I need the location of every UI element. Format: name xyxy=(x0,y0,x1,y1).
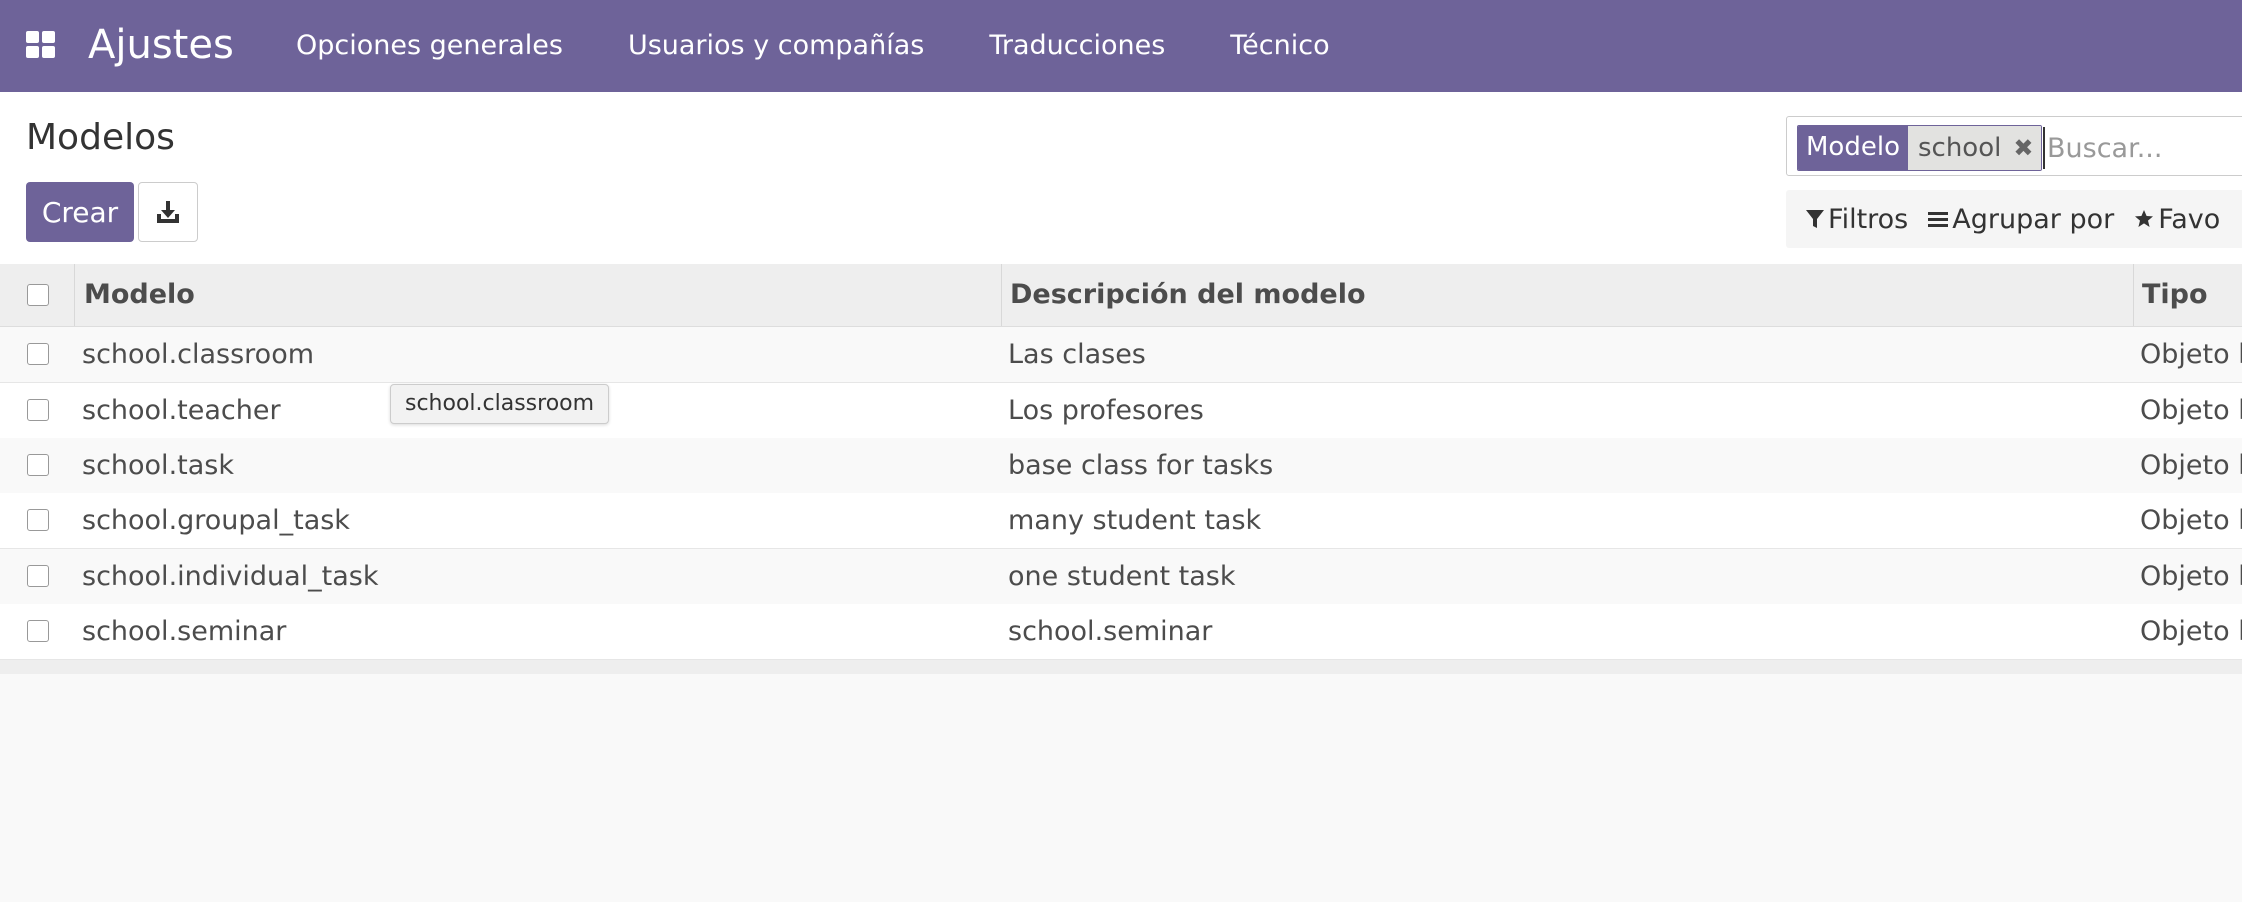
star-icon xyxy=(2135,210,2154,227)
cell-description: base class for tasks xyxy=(1008,450,1274,481)
cell-description: Las clases xyxy=(1008,339,1146,370)
cell-model: school.teacher xyxy=(82,395,281,426)
search-input[interactable] xyxy=(2043,127,2242,169)
row-checkbox[interactable] xyxy=(27,454,49,476)
row-checkbox[interactable] xyxy=(27,509,49,531)
table-row[interactable]: school.seminar school.seminar Objeto b xyxy=(0,604,2242,660)
favorites-button[interactable]: Favo xyxy=(2134,204,2220,235)
list-icon xyxy=(1928,212,1949,227)
select-all-checkbox[interactable] xyxy=(27,284,49,306)
group-by-button[interactable]: Agrupar por xyxy=(1928,204,2114,235)
menu-item-technical[interactable]: Técnico xyxy=(1230,28,1329,64)
page-title: Modelos xyxy=(26,117,175,158)
cell-type: Objeto b xyxy=(2140,450,2242,481)
filters-button[interactable]: Filtros xyxy=(1806,204,1908,235)
table-row[interactable]: school.classroom Las clases Objeto b xyxy=(0,327,2242,383)
download-icon xyxy=(157,201,179,223)
cell-type: Objeto b xyxy=(2140,395,2242,426)
menu-item-users-companies[interactable]: Usuarios y compañías xyxy=(628,28,924,64)
row-checkbox[interactable] xyxy=(27,343,49,365)
download-button[interactable] xyxy=(138,182,198,242)
search-bar: Modelo school ✖ xyxy=(1786,116,2242,176)
column-header-model[interactable]: Modelo xyxy=(84,264,195,326)
cell-type: Objeto b xyxy=(2140,505,2242,536)
close-icon[interactable]: ✖ xyxy=(2013,127,2033,169)
column-divider xyxy=(1001,264,1002,326)
app-title[interactable]: Ajustes xyxy=(88,20,234,70)
control-panel: Modelos Crear Modelo school ✖ Filtros xyxy=(0,92,2242,265)
column-header-description[interactable]: Descripción del modelo xyxy=(1010,264,1366,326)
column-divider xyxy=(2133,264,2134,326)
cell-description: Los profesores xyxy=(1008,395,1204,426)
group-by-label: Agrupar por xyxy=(1952,203,2115,235)
top-navbar: Ajustes Opciones generales Usuarios y co… xyxy=(0,0,2242,92)
facet-label: Modelo xyxy=(1798,126,1908,170)
row-checkbox[interactable] xyxy=(27,565,49,587)
main-menu: Opciones generales Usuarios y compañías … xyxy=(296,28,1395,64)
table-row[interactable]: school.teacher Los profesores Objeto b xyxy=(0,383,2242,439)
cell-tooltip: school.classroom xyxy=(390,384,610,424)
cell-model: school.classroom xyxy=(82,339,315,370)
search-facet: Modelo school ✖ xyxy=(1797,125,2043,171)
column-divider xyxy=(74,264,75,326)
cell-type: Objeto b xyxy=(2140,561,2242,592)
cell-type: Objeto b xyxy=(2140,339,2242,370)
column-header-type[interactable]: Tipo xyxy=(2142,264,2208,326)
table-footer xyxy=(0,660,2242,674)
cell-description: school.seminar xyxy=(1008,616,1213,647)
facet-value: school xyxy=(1917,133,2002,163)
cell-type: Objeto b xyxy=(2140,616,2242,647)
table-header: Modelo Descripción del modelo Tipo xyxy=(0,264,2242,327)
table-row[interactable]: school.groupal_task many student task Ob… xyxy=(0,493,2242,549)
cell-description: one student task xyxy=(1008,561,1236,592)
cell-description: many student task xyxy=(1008,505,1262,536)
filter-icon xyxy=(1806,210,1824,228)
menu-item-translations[interactable]: Traducciones xyxy=(989,28,1165,64)
cell-model: school.individual_task xyxy=(82,561,379,592)
facet-value-container: school ✖ xyxy=(1907,126,2042,170)
apps-grid-icon[interactable] xyxy=(26,31,58,61)
row-checkbox[interactable] xyxy=(27,399,49,421)
cell-model: school.task xyxy=(82,450,234,481)
cell-model: school.groupal_task xyxy=(82,505,350,536)
menu-item-general-settings[interactable]: Opciones generales xyxy=(296,28,563,64)
create-button[interactable]: Crear xyxy=(26,182,134,242)
row-checkbox[interactable] xyxy=(27,620,49,642)
favorites-label: Favo xyxy=(2158,203,2221,235)
filters-label: Filtros xyxy=(1828,203,1909,235)
search-options: Filtros Agrupar por Favo xyxy=(1786,190,2242,248)
table-row[interactable]: school.task base class for tasks Objeto … xyxy=(0,438,2242,494)
cell-model: school.seminar xyxy=(82,616,287,647)
table-row[interactable]: school.individual_task one student task … xyxy=(0,549,2242,605)
